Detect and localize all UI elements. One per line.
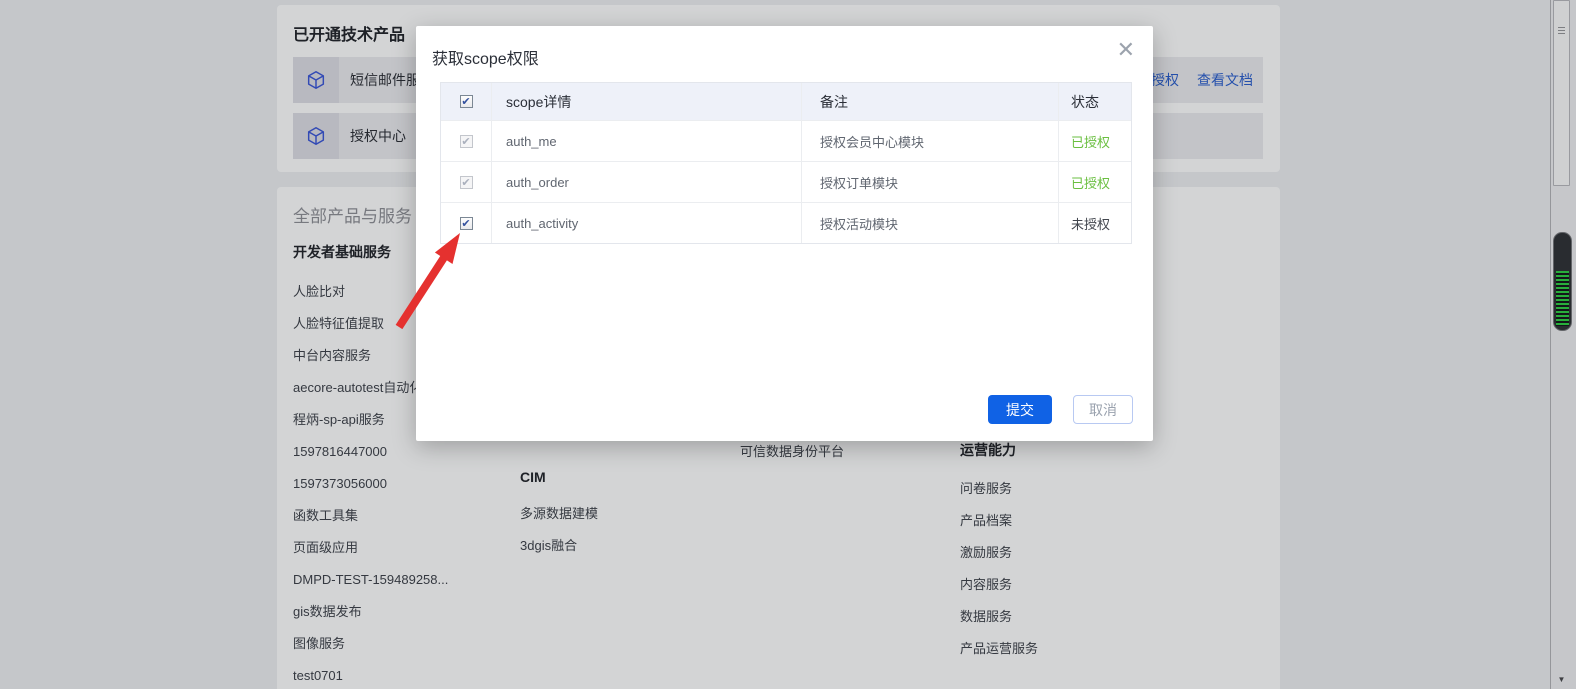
column-header-remark: 备注 (801, 83, 1058, 120)
table-header-row: ✔ scope详情 备注 状态 (441, 83, 1131, 120)
scope-remark: 授权订单模块 (801, 162, 1058, 202)
scope-permission-dialog: 获取scope权限 ✕ ✔ scope详情 备注 状态 ✔ auth_me 授权… (416, 26, 1153, 441)
scope-remark: 授权会员中心模块 (801, 121, 1058, 161)
row-checkbox[interactable]: ✔ (460, 217, 473, 230)
table-row: ✔ auth_activity 授权活动模块 未授权 (441, 202, 1131, 243)
scope-remark: 授权活动模块 (801, 203, 1058, 243)
column-header-scope: scope详情 (491, 83, 801, 120)
scope-name: auth_me (491, 121, 801, 161)
status-badge: 已授权 (1058, 162, 1133, 202)
status-badge: 未授权 (1058, 203, 1133, 243)
row-checkbox: ✔ (460, 176, 473, 189)
select-all-checkbox[interactable]: ✔ (460, 95, 473, 108)
scope-name: auth_order (491, 162, 801, 202)
scope-name: auth_activity (491, 203, 801, 243)
table-row: ✔ auth_order 授权订单模块 已授权 (441, 161, 1131, 202)
row-checkbox: ✔ (460, 135, 473, 148)
submit-button[interactable]: 提交 (988, 395, 1052, 424)
dialog-title: 获取scope权限 (432, 45, 539, 69)
close-icon[interactable]: ✕ (1117, 39, 1135, 61)
scope-table: ✔ scope详情 备注 状态 ✔ auth_me 授权会员中心模块 已授权 ✔… (440, 82, 1132, 244)
column-header-status: 状态 (1058, 83, 1133, 120)
table-row: ✔ auth_me 授权会员中心模块 已授权 (441, 120, 1131, 161)
cancel-button[interactable]: 取消 (1073, 395, 1133, 424)
status-badge: 已授权 (1058, 121, 1133, 161)
